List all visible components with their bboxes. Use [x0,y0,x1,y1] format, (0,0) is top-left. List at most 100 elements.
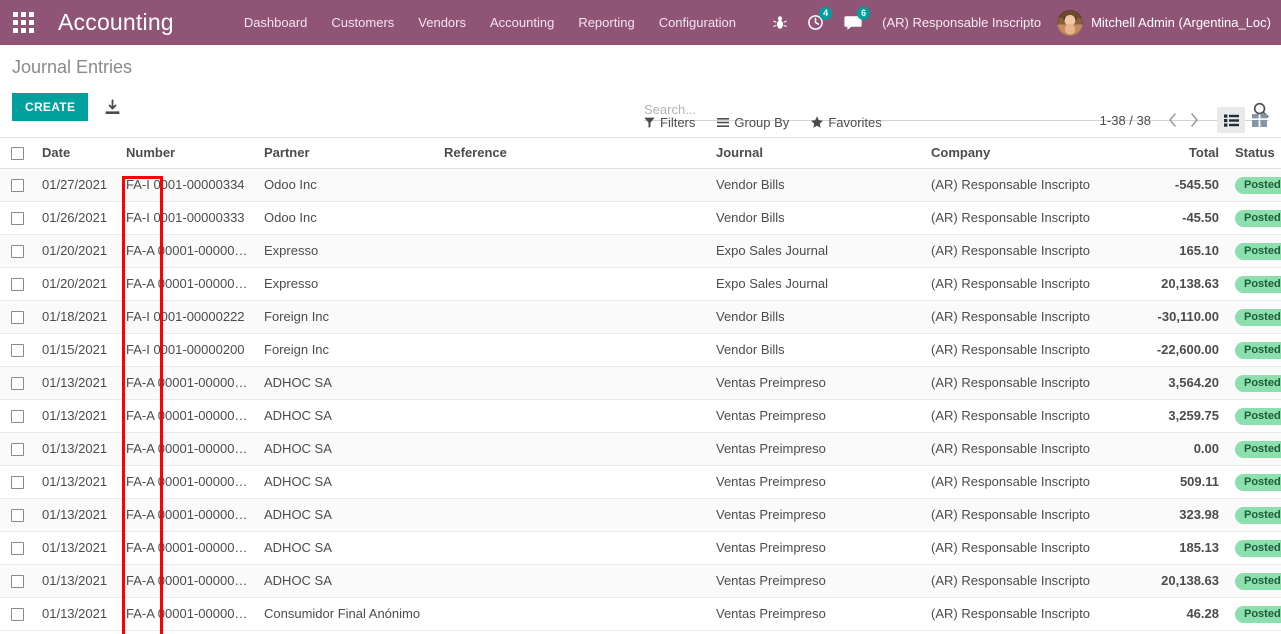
cell-reference [436,333,708,367]
cell-date: 01/20/2021 [34,267,118,301]
cell-number: FA-I 0001-00000333 [118,201,256,235]
app-brand-title[interactable]: Accounting [46,9,184,36]
row-checkbox[interactable] [10,245,24,259]
cell-date: 01/13/2021 [34,597,118,631]
column-header-number[interactable]: Number [118,138,256,169]
cell-journal: Ventas Preimpreso [708,597,923,631]
row-select-cell [0,564,34,598]
kanban-view-icon[interactable] [1245,107,1273,133]
table-row[interactable]: 01/13/2021 FA-A 00001-00000012 ADHOC SA Ven… [0,366,1281,400]
column-header-journal[interactable]: Journal [708,138,923,169]
cell-number: FA-A 00001-00000011 [118,399,256,433]
row-checkbox[interactable] [10,608,24,622]
cell-total: 509.11 [1119,465,1227,499]
table-row[interactable]: 01/13/2021 FA-A 00001-00000005 Consumidor … [0,597,1281,631]
row-checkbox[interactable] [10,509,24,523]
table-row[interactable]: 01/26/2021 FA-I 0001-00000333 Odoo Inc Vend… [0,201,1281,235]
groupby-dropdown[interactable]: Group By [717,115,789,130]
favorites-label: Favorites [828,114,882,130]
row-checkbox[interactable] [10,377,24,391]
menu-item-vendors[interactable]: Vendors [406,0,478,45]
cell-status: Posted [1227,432,1281,466]
row-checkbox[interactable] [10,443,24,457]
column-header-reference[interactable]: Reference [436,138,708,169]
row-checkbox[interactable] [10,278,24,292]
table-row[interactable]: 01/13/2021 FA-A 00001-00000009 ADHOC SA Ven… [0,465,1281,499]
navbar-right-tools: 4 6 (AR) Responsable Inscripto Mitchell … [763,0,1281,45]
menu-item-accounting[interactable]: Accounting [478,0,566,45]
active-company-selector[interactable]: (AR) Responsable Inscripto [872,15,1053,30]
column-header-partner[interactable]: Partner [256,138,436,169]
table-row[interactable]: 01/13/2021 FA-A 00001-00000006 ADHOC SA Ven… [0,564,1281,598]
cell-partner: ADHOC SA [256,564,436,598]
create-button[interactable]: CREATE [12,93,89,121]
row-checkbox[interactable] [10,575,24,589]
table-row[interactable]: 01/27/2021 FA-I 0001-00000334 Odoo Inc Vend… [0,168,1281,202]
cell-journal: Ventas Preimpreso [708,498,923,532]
table-row[interactable]: 01/20/2021 FA-A 00001-00000015 Expresso Exp… [0,267,1281,301]
filter-menu-bar: Filters Group By Favorites [644,107,904,137]
chevron-left-icon[interactable] [1161,108,1183,132]
menu-item-reporting[interactable]: Reporting [566,0,646,45]
cell-status: Posted [1227,267,1281,301]
menu-item-customers[interactable]: Customers [319,0,406,45]
column-header-status[interactable]: Status [1227,138,1281,169]
filters-dropdown[interactable]: Filters [644,115,695,130]
status-badge: Posted [1235,572,1281,590]
bug-icon[interactable] [763,0,797,45]
row-checkbox[interactable] [10,179,24,193]
cell-company: (AR) Responsable Inscripto [923,498,1119,532]
table-row[interactable]: 01/15/2021 FA-I 0001-00000200 Foreign Inc V… [0,333,1281,367]
table-row[interactable]: 01/18/2021 FA-I 0001-00000222 Foreign Inc V… [0,300,1281,334]
select-all-checkbox[interactable] [10,147,24,161]
cell-number: FA-I 0001-00000334 [118,168,256,202]
cell-status: Posted [1227,201,1281,235]
cell-partner: Expresso [256,234,436,268]
row-select-cell [0,597,34,631]
select-all-header [0,138,34,169]
breadcrumb[interactable]: Journal Entries [12,57,132,78]
row-checkbox[interactable] [10,542,24,556]
chevron-right-icon[interactable] [1183,108,1205,132]
row-checkbox[interactable] [10,212,24,226]
cell-total: 185.13 [1119,531,1227,565]
top-navbar: Accounting Dashboard Customers Vendors A… [0,0,1281,45]
cell-partner: Foreign Inc [256,333,436,367]
cell-company: (AR) Responsable Inscripto [923,432,1119,466]
favorites-dropdown[interactable]: Favorites [811,114,882,130]
column-header-date[interactable]: Date [34,138,118,169]
table-row[interactable]: 01/13/2021 FA-A 00001-00000011 ADHOC SA Ven… [0,399,1281,433]
column-header-total[interactable]: Total [1119,138,1227,169]
status-badge: Posted [1235,407,1281,425]
cell-company: (AR) Responsable Inscripto [923,267,1119,301]
cell-company: (AR) Responsable Inscripto [923,366,1119,400]
cell-total: 165.10 [1119,234,1227,268]
table-row[interactable]: 01/13/2021 FA-A 00001-00000007 ADHOC SA Ven… [0,531,1281,565]
cell-number: FA-A 00001-00000009 [118,465,256,499]
table-row[interactable]: 01/13/2021 FA-A 00001-00000008 ADHOC SA Ven… [0,498,1281,532]
pager-counter[interactable]: 1-38 / 38 [1100,113,1151,128]
cell-journal: Vendor Bills [708,168,923,202]
table-row[interactable]: 01/13/2021 FA-A 00001-00000010 ADHOC SA Ven… [0,432,1281,466]
clock-activity-icon[interactable]: 4 [797,0,834,45]
cell-partner: ADHOC SA [256,531,436,565]
column-header-company[interactable]: Company [923,138,1119,169]
chat-bubble-icon[interactable]: 6 [834,0,872,45]
list-view-icon[interactable] [1217,107,1245,133]
row-checkbox[interactable] [10,344,24,358]
cell-journal: Vendor Bills [708,300,923,334]
cell-total: 46.28 [1119,597,1227,631]
menu-item-configuration[interactable]: Configuration [647,0,748,45]
row-checkbox[interactable] [10,410,24,424]
user-menu[interactable]: Mitchell Admin (Argentina_Loc) [1053,9,1275,36]
apps-grid-icon[interactable] [0,0,46,45]
table-row[interactable]: 01/20/2021 FA-A 00001-00000016 Expresso Exp… [0,234,1281,268]
cell-reference [436,432,708,466]
row-select-cell [0,498,34,532]
row-checkbox[interactable] [10,476,24,490]
menu-item-dashboard[interactable]: Dashboard [232,0,320,45]
row-checkbox[interactable] [10,311,24,325]
cell-journal: Ventas Preimpreso [708,564,923,598]
import-download-icon[interactable] [104,98,121,116]
cell-company: (AR) Responsable Inscripto [923,399,1119,433]
